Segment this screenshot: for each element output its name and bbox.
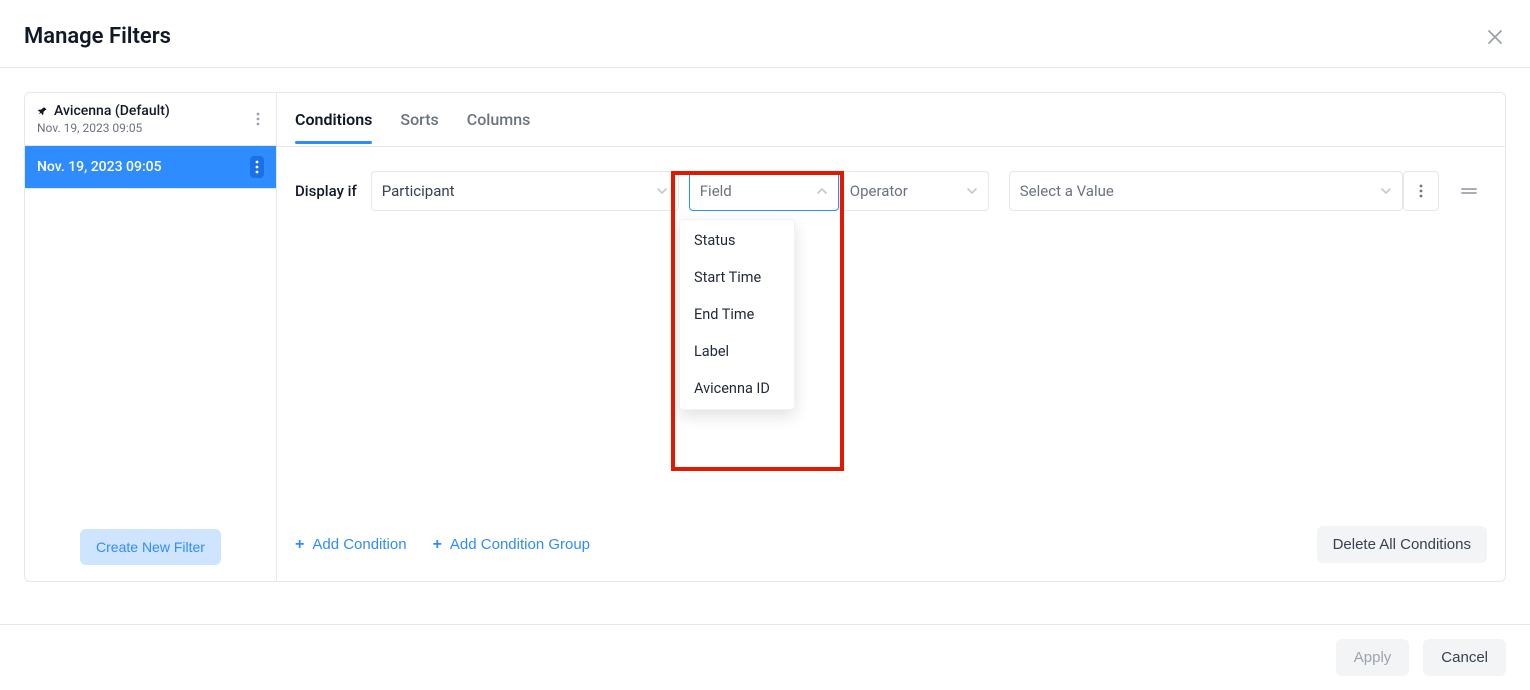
- plus-icon: +: [295, 536, 304, 554]
- chevron-up-icon: [816, 185, 828, 197]
- filter-list-item[interactable]: Avicenna (Default) Nov. 19, 2023 09:05: [25, 93, 276, 146]
- add-condition-group-label: Add Condition Group: [450, 536, 590, 553]
- field-dropdown: Status Start Time End Time Label Avicenn…: [679, 219, 795, 410]
- filter-item-subtitle: Nov. 19, 2023 09:05: [37, 121, 170, 135]
- filter-item-main: Nov. 19, 2023 09:05: [37, 159, 162, 175]
- drag-handle-icon[interactable]: [1459, 186, 1479, 196]
- field-option-avicenna-id[interactable]: Avicenna ID: [680, 370, 794, 407]
- display-if-label: Display if: [295, 182, 357, 200]
- field-select[interactable]: Field: [689, 171, 839, 211]
- modal-header: Manage Filters: [0, 0, 1530, 68]
- tabs: Conditions Sorts Columns: [277, 93, 1505, 147]
- modal-body: Avicenna (Default) Nov. 19, 2023 09:05 N…: [0, 68, 1530, 588]
- modal-footer: Apply Cancel: [0, 624, 1530, 690]
- filter-item-main: Avicenna (Default) Nov. 19, 2023 09:05: [37, 103, 170, 135]
- filter-item-title: Nov. 19, 2023 09:05: [37, 159, 162, 175]
- plus-icon: +: [433, 536, 442, 554]
- add-condition-label: Add Condition: [312, 536, 406, 553]
- kebab-icon[interactable]: [250, 156, 264, 178]
- tab-conditions[interactable]: Conditions: [295, 96, 372, 143]
- field-option-end-time[interactable]: End Time: [680, 296, 794, 333]
- delete-all-conditions-button[interactable]: Delete All Conditions: [1317, 526, 1487, 563]
- pin-icon: [37, 106, 48, 117]
- main-footer: + Add Condition + Add Condition Group De…: [277, 526, 1505, 581]
- conditions-area: Display if Participant Field: [277, 147, 1505, 526]
- chevron-down-icon: [656, 185, 668, 197]
- filter-item-name: Nov. 19, 2023 09:05: [37, 159, 162, 175]
- tab-sorts[interactable]: Sorts: [400, 96, 438, 143]
- filter-item-name: Avicenna (Default): [54, 103, 170, 119]
- value-select-placeholder: Select a Value: [1020, 182, 1114, 200]
- main-panel: Conditions Sorts Columns Display if Part…: [276, 92, 1506, 582]
- chevron-down-icon: [1380, 185, 1392, 197]
- participant-select-value: Participant: [382, 182, 455, 200]
- filter-list-sidebar: Avicenna (Default) Nov. 19, 2023 09:05 N…: [24, 92, 276, 582]
- sidebar-footer: Create New Filter: [25, 513, 276, 581]
- field-option-status[interactable]: Status: [680, 222, 794, 259]
- field-option-start-time[interactable]: Start Time: [680, 259, 794, 296]
- apply-button[interactable]: Apply: [1336, 639, 1410, 676]
- condition-row: Display if Participant Field: [295, 171, 1487, 211]
- add-condition-group-button[interactable]: + Add Condition Group: [433, 536, 590, 554]
- field-option-label[interactable]: Label: [680, 333, 794, 370]
- cancel-button[interactable]: Cancel: [1423, 639, 1506, 676]
- add-condition-button[interactable]: + Add Condition: [295, 536, 407, 554]
- value-select[interactable]: Select a Value: [1009, 171, 1403, 211]
- operator-select-placeholder: Operator: [850, 182, 908, 200]
- footer-left: + Add Condition + Add Condition Group: [295, 536, 590, 554]
- chevron-down-icon: [966, 185, 978, 197]
- tab-columns[interactable]: Columns: [467, 96, 531, 143]
- participant-select[interactable]: Participant: [371, 171, 679, 211]
- row-actions-kebab-icon[interactable]: [1403, 171, 1439, 211]
- filter-list-item[interactable]: Nov. 19, 2023 09:05: [25, 146, 276, 189]
- close-icon[interactable]: [1484, 26, 1506, 48]
- manage-filters-modal: Manage Filters Avicenna (Default) Nov. 1…: [0, 0, 1530, 690]
- field-select-placeholder: Field: [700, 182, 732, 200]
- modal-title: Manage Filters: [24, 24, 171, 49]
- filter-item-title: Avicenna (Default): [37, 103, 170, 119]
- operator-select[interactable]: Operator: [839, 171, 989, 211]
- create-new-filter-button[interactable]: Create New Filter: [80, 529, 221, 565]
- kebab-icon[interactable]: [252, 110, 264, 128]
